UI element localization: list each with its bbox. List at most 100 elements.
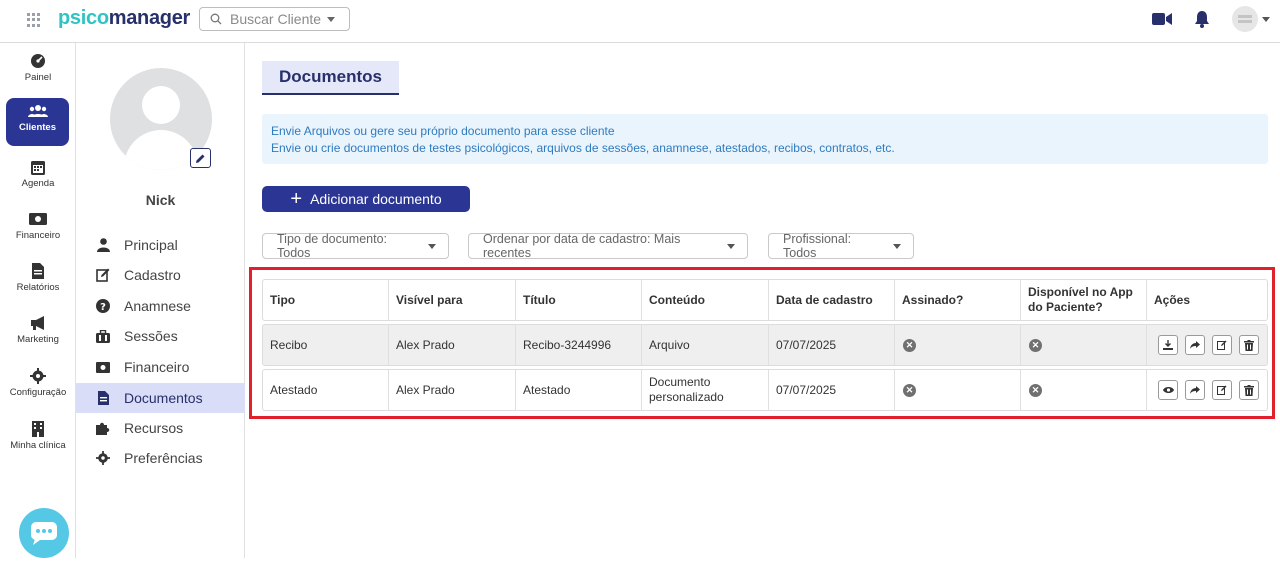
chevron-down-icon[interactable] — [1262, 16, 1270, 22]
edit-button[interactable] — [1212, 335, 1232, 355]
nav-configuracao[interactable]: Configuração — [0, 368, 76, 398]
menu-cadastro[interactable]: Cadastro — [76, 260, 245, 290]
download-button[interactable] — [1158, 335, 1178, 355]
money-icon — [96, 361, 110, 373]
nav-painel[interactable]: Painel — [0, 53, 76, 83]
delete-button[interactable] — [1239, 380, 1259, 400]
info-line-1: Envie Arquivos ou gere seu próprio docum… — [271, 124, 615, 138]
view-button[interactable] — [1158, 380, 1178, 400]
nav-financeiro[interactable]: Financeiro — [0, 211, 76, 241]
client-profile-panel: Nick Principal Cadastro ? Anamnese Sessõ… — [76, 43, 245, 558]
col-assinado[interactable]: Assinado? — [895, 280, 1021, 320]
report-icon — [32, 263, 44, 279]
col-disponivel-app[interactable]: Disponível no App do Paciente? — [1021, 280, 1147, 320]
bell-icon[interactable] — [1194, 10, 1210, 28]
cell-tipo: Recibo — [263, 325, 389, 365]
chevron-down-icon — [428, 243, 436, 249]
not-available-icon: ✕ — [1029, 338, 1042, 352]
menu-label: Anamnese — [124, 298, 191, 314]
share-button[interactable] — [1185, 335, 1205, 355]
cell-visivel-para: Alex Prado — [389, 370, 516, 410]
delete-button[interactable] — [1239, 335, 1259, 355]
download-icon — [1163, 340, 1173, 350]
cell-assinado: ✕ — [895, 370, 1021, 410]
apps-grid-icon[interactable] — [27, 13, 41, 27]
trash-icon — [1244, 339, 1254, 351]
nav-relatorios[interactable]: Relatórios — [0, 263, 76, 293]
logo-suffix: manager — [108, 7, 191, 29]
gear-icon — [30, 368, 46, 384]
puzzle-icon — [96, 422, 110, 435]
filter-professional[interactable]: Profissional: Todos — [768, 232, 914, 260]
logo-prefix: psico — [58, 7, 109, 29]
documents-table: Tipo Visível para Título Conteúdo Data d… — [262, 279, 1268, 411]
nav-label: Marketing — [17, 334, 59, 345]
col-titulo[interactable]: Título — [516, 280, 642, 320]
menu-documentos[interactable]: Documentos — [76, 383, 245, 413]
not-available-icon: ✕ — [1029, 383, 1042, 397]
top-bar: psicomanager Buscar Cliente — [0, 0, 1280, 43]
app-logo[interactable]: psicomanager — [58, 7, 190, 30]
col-visivel-para[interactable]: Visível para — [389, 280, 516, 320]
money-icon — [29, 213, 47, 225]
chat-icon — [31, 522, 57, 545]
nav-clientes[interactable]: Clientes — [6, 98, 69, 146]
client-search[interactable]: Buscar Cliente — [199, 7, 350, 31]
chat-support-button[interactable] — [19, 508, 69, 558]
edit-icon — [96, 268, 110, 282]
cell-visivel-para: Alex Prado — [389, 325, 516, 365]
client-name: Nick — [145, 192, 176, 208]
col-data-cadastro[interactable]: Data de cadastro — [769, 280, 895, 320]
table-row[interactable]: Recibo Alex Prado Recibo-3244996 Arquivo… — [262, 324, 1268, 366]
menu-label: Cadastro — [124, 267, 181, 283]
main-nav-rail: Painel Clientes Agenda Financeiro Relató… — [0, 43, 76, 558]
nav-label: Configuração — [9, 387, 67, 398]
share-button[interactable] — [1185, 380, 1205, 400]
video-camera-icon[interactable] — [1152, 12, 1172, 26]
nav-label: Minha clínica — [10, 440, 66, 451]
cell-data: 07/07/2025 — [769, 325, 895, 365]
nav-label: Relatórios — [16, 282, 60, 293]
menu-financeiro[interactable]: Financeiro — [76, 352, 245, 382]
cell-conteudo: Arquivo — [642, 325, 769, 365]
question-icon: ? — [96, 299, 110, 313]
add-document-label: Adicionar documento — [310, 191, 442, 207]
menu-label: Preferências — [124, 450, 203, 466]
not-signed-icon: ✕ — [903, 383, 916, 397]
menu-anamnese[interactable]: ? Anamnese — [76, 291, 245, 321]
user-icon — [96, 238, 110, 252]
table-header: Tipo Visível para Título Conteúdo Data d… — [262, 279, 1268, 321]
edit-avatar-button[interactable] — [190, 148, 211, 168]
nav-marketing[interactable]: Marketing — [0, 315, 76, 345]
documents-main: Documentos Envie Arquivos ou gere seu pr… — [245, 43, 1280, 558]
cell-tipo: Atestado — [263, 370, 389, 410]
cell-data: 07/07/2025 — [769, 370, 895, 410]
menu-recursos[interactable]: Recursos — [76, 413, 245, 443]
add-document-button[interactable]: + Adicionar documento — [262, 186, 470, 212]
table-row[interactable]: Atestado Alex Prado Atestado Documento p… — [262, 369, 1268, 411]
cell-assinado: ✕ — [895, 325, 1021, 365]
edit-button[interactable] — [1212, 380, 1232, 400]
tab-documentos[interactable]: Documentos — [262, 61, 399, 95]
filter-document-type[interactable]: Tipo de documento: Todos — [262, 232, 449, 260]
nav-minha-clinica[interactable]: Minha clínica — [0, 421, 76, 451]
menu-label: Financeiro — [124, 359, 190, 375]
dashboard-icon — [31, 54, 45, 68]
col-conteudo[interactable]: Conteúdo — [642, 280, 769, 320]
pencil-icon — [196, 154, 205, 163]
menu-preferencias[interactable]: Preferências — [76, 443, 245, 473]
not-signed-icon: ✕ — [903, 338, 916, 352]
menu-label: Principal — [124, 237, 178, 253]
col-acoes: Ações — [1154, 292, 1191, 307]
menu-principal[interactable]: Principal — [76, 230, 245, 260]
edit-icon — [1217, 385, 1227, 395]
nav-label: Painel — [24, 72, 52, 83]
search-placeholder: Buscar Cliente — [230, 11, 322, 27]
menu-sessoes[interactable]: Sessões — [76, 321, 245, 351]
col-tipo[interactable]: Tipo — [263, 280, 389, 320]
cell-acoes — [1147, 370, 1267, 410]
nav-agenda[interactable]: Agenda — [0, 159, 76, 189]
nav-label: Agenda — [21, 178, 55, 189]
user-avatar[interactable] — [1232, 6, 1258, 32]
filter-sort-order[interactable]: Ordenar por data de cadastro: Mais recen… — [468, 232, 748, 260]
